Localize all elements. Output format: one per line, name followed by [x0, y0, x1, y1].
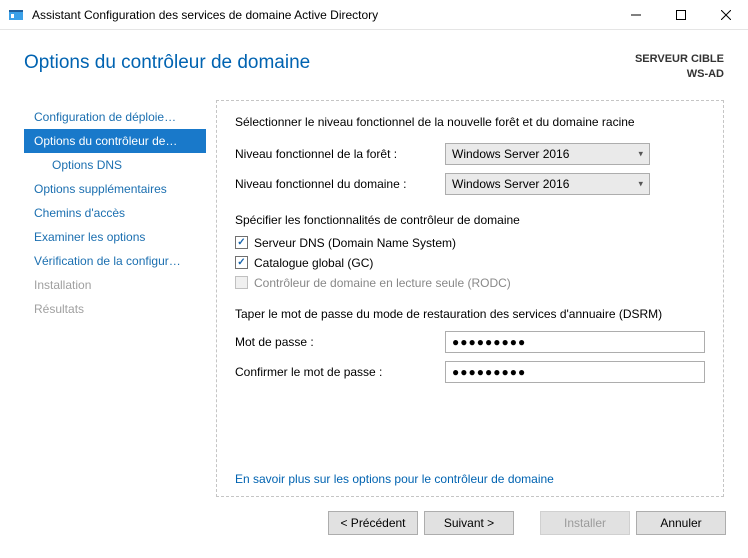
checkbox-rodc — [235, 276, 248, 289]
intro-text: Sélectionner le niveau fonctionnel de la… — [235, 115, 705, 129]
checkbox-rodc-label: Contrôleur de domaine en lecture seule (… — [254, 276, 511, 290]
step-dc-options[interactable]: Options du contrôleur de… — [24, 129, 206, 153]
step-prereq-check[interactable]: Vérification de la configur… — [24, 249, 206, 273]
maximize-button[interactable] — [658, 0, 703, 30]
password-confirm-value: ●●●●●●●●● — [452, 365, 526, 379]
cancel-button[interactable]: Annuler — [636, 511, 726, 535]
dsrm-label: Taper le mot de passe du mode de restaur… — [235, 307, 705, 321]
target-server-value: WS-AD — [635, 67, 724, 82]
step-review-options[interactable]: Examiner les options — [24, 225, 206, 249]
window-controls — [613, 0, 748, 30]
forest-level-value: Windows Server 2016 — [452, 147, 569, 161]
step-dns-options[interactable]: Options DNS — [24, 153, 206, 177]
previous-button[interactable]: < Précédent — [328, 511, 418, 535]
step-paths[interactable]: Chemins d'accès — [24, 201, 206, 225]
forest-level-select[interactable]: Windows Server 2016 ▾ — [445, 143, 650, 165]
titlebar-title: Assistant Configuration des services de … — [32, 8, 613, 22]
capabilities-label: Spécifier les fonctionnalités de contrôl… — [235, 213, 705, 227]
header: Options du contrôleur de domaine SERVEUR… — [0, 30, 748, 95]
minimize-button[interactable] — [613, 0, 658, 30]
chevron-down-icon: ▾ — [638, 178, 643, 189]
password-confirm-input[interactable]: ●●●●●●●●● — [445, 361, 705, 383]
domain-level-select[interactable]: Windows Server 2016 ▾ — [445, 173, 650, 195]
close-button[interactable] — [703, 0, 748, 30]
password-value: ●●●●●●●●● — [452, 335, 526, 349]
next-button[interactable]: Suivant > — [424, 511, 514, 535]
step-deployment-config[interactable]: Configuration de déploie… — [24, 105, 206, 129]
app-icon — [8, 7, 24, 23]
checkbox-dns-label: Serveur DNS (Domain Name System) — [254, 236, 456, 250]
step-installation: Installation — [24, 273, 206, 297]
content-panel: Sélectionner le niveau fonctionnel de la… — [216, 100, 724, 497]
step-results: Résultats — [24, 297, 206, 321]
page-title: Options du contrôleur de domaine — [24, 52, 310, 74]
footer: < Précédent Suivant > Installer Annuler — [0, 502, 748, 558]
target-server-label: SERVEUR CIBLE — [635, 52, 724, 67]
step-additional-options[interactable]: Options supplémentaires — [24, 177, 206, 201]
wizard-steps: Configuration de déploie… Options du con… — [24, 95, 206, 502]
checkbox-dns[interactable] — [235, 236, 248, 249]
target-server-block: SERVEUR CIBLE WS-AD — [635, 52, 724, 83]
domain-level-value: Windows Server 2016 — [452, 177, 569, 191]
wizard-window: Assistant Configuration des services de … — [0, 0, 748, 558]
chevron-down-icon: ▾ — [638, 148, 643, 159]
checkbox-gc-label: Catalogue global (GC) — [254, 256, 373, 270]
titlebar: Assistant Configuration des services de … — [0, 0, 748, 30]
forest-level-label: Niveau fonctionnel de la forêt : — [235, 147, 445, 161]
learn-more-link[interactable]: En savoir plus sur les options pour le c… — [235, 464, 705, 486]
body: Configuration de déploie… Options du con… — [0, 95, 748, 502]
install-button: Installer — [540, 511, 630, 535]
password-input[interactable]: ●●●●●●●●● — [445, 331, 705, 353]
password-label: Mot de passe : — [235, 335, 445, 349]
checkbox-gc[interactable] — [235, 256, 248, 269]
domain-level-label: Niveau fonctionnel du domaine : — [235, 177, 445, 191]
password-confirm-label: Confirmer le mot de passe : — [235, 365, 445, 379]
